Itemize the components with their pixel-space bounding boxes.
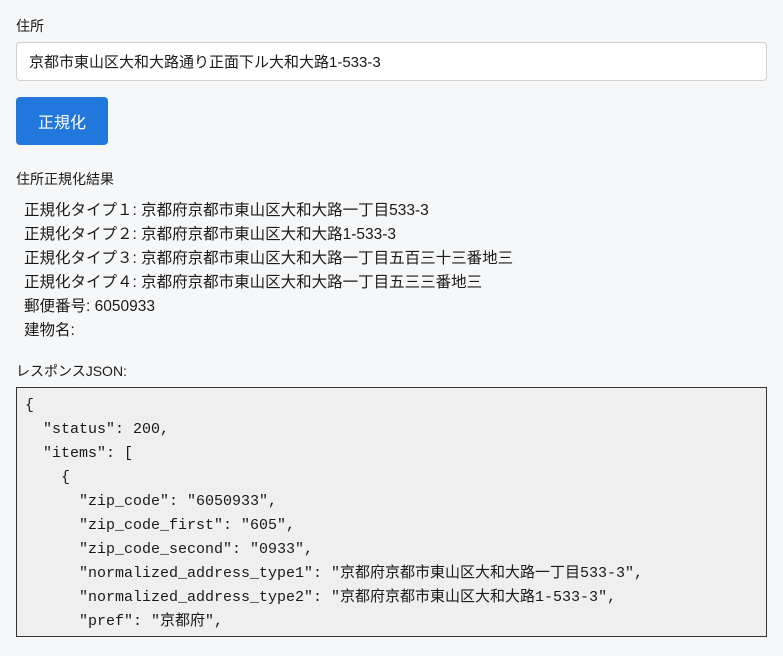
result-line: 郵便番号: 6050933 — [24, 295, 767, 319]
address-input[interactable] — [16, 42, 767, 81]
result-line: 正規化タイプ２: 京都府京都市東山区大和大路1-533-3 — [24, 223, 767, 247]
result-line: 建物名: — [24, 319, 767, 343]
results-block: 正規化タイプ１: 京都府京都市東山区大和大路一丁目533-3 正規化タイプ２: … — [16, 199, 767, 343]
normalize-button[interactable]: 正規化 — [16, 97, 108, 145]
result-line: 正規化タイプ３: 京都府京都市東山区大和大路一丁目五百三十三番地三 — [24, 247, 767, 271]
response-json-label: レスポンスJSON: — [16, 361, 767, 381]
results-heading: 住所正規化結果 — [16, 169, 767, 189]
result-line: 正規化タイプ４: 京都府京都市東山区大和大路一丁目五三三番地三 — [24, 271, 767, 295]
result-line: 正規化タイプ１: 京都府京都市東山区大和大路一丁目533-3 — [24, 199, 767, 223]
address-label: 住所 — [16, 16, 767, 36]
response-json-box[interactable] — [16, 387, 767, 637]
